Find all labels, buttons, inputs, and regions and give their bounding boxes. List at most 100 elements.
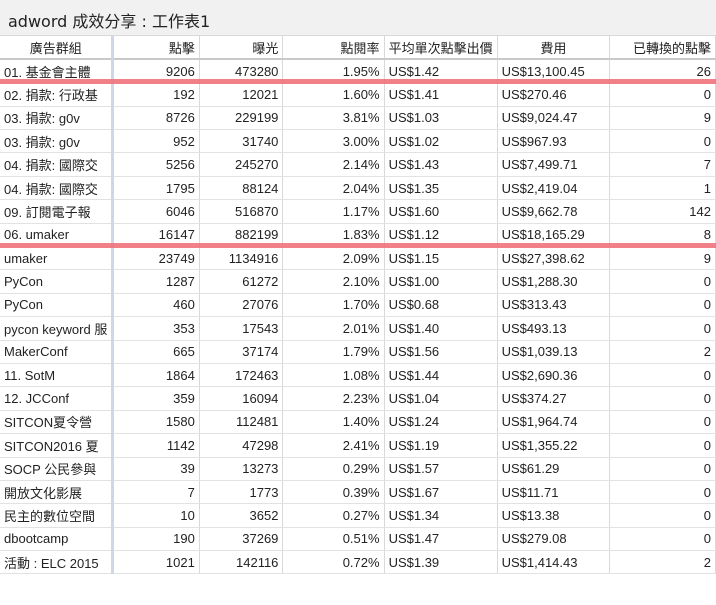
ad-group-cell[interactable]: 09. 訂閱電子報 [0, 199, 115, 224]
table-cell[interactable]: US$1.39 [384, 550, 498, 575]
ad-group-cell[interactable]: SITCON夏令營 [0, 410, 115, 435]
table-cell[interactable]: 7 [112, 480, 200, 505]
table-cell[interactable]: 10 [112, 503, 200, 528]
table-cell[interactable]: 2.14% [282, 152, 385, 177]
table-cell[interactable]: 245270 [199, 152, 284, 177]
table-cell[interactable]: US$0.68 [384, 293, 498, 318]
table-cell[interactable]: 1142 [112, 433, 200, 458]
table-cell[interactable]: 7 [609, 152, 716, 177]
table-cell[interactable]: 3.00% [282, 129, 385, 154]
table-cell[interactable]: 2.10% [282, 269, 385, 294]
table-cell[interactable]: 0 [609, 363, 716, 388]
table-cell[interactable]: US$1,355.22 [497, 433, 611, 458]
table-cell[interactable]: 6046 [112, 199, 200, 224]
table-cell[interactable]: 0 [609, 82, 716, 107]
table-cell[interactable]: 37269 [199, 527, 284, 552]
table-cell[interactable]: 516870 [199, 199, 284, 224]
table-cell[interactable]: US$9,662.78 [497, 199, 611, 224]
table-cell[interactable]: 192 [112, 82, 200, 107]
table-cell[interactable]: 13273 [199, 457, 284, 481]
table-cell[interactable]: US$1.47 [384, 527, 498, 552]
table-cell[interactable]: US$61.29 [497, 457, 611, 481]
table-cell[interactable]: US$11.71 [497, 480, 611, 505]
table-cell[interactable]: US$1.19 [384, 433, 498, 458]
table-cell[interactable]: 12021 [199, 82, 284, 107]
table-cell[interactable]: 0 [609, 480, 716, 505]
table-cell[interactable]: 1795 [112, 176, 200, 201]
table-cell[interactable]: 27076 [199, 293, 284, 318]
table-cell[interactable]: 1134916 [199, 246, 284, 271]
header-cell[interactable]: 平均單次點擊出價 [384, 36, 498, 61]
table-cell[interactable]: 2 [609, 340, 716, 364]
ad-group-cell[interactable]: dbootcamp [0, 527, 115, 552]
header-cell[interactable]: 點擊 [112, 36, 200, 61]
table-cell[interactable]: 0.29% [282, 457, 385, 481]
header-cell[interactable]: 點閱率 [282, 36, 385, 61]
table-cell[interactable]: 1773 [199, 480, 284, 505]
table-cell[interactable]: 665 [112, 340, 200, 364]
table-cell[interactable]: 0.27% [282, 503, 385, 528]
table-cell[interactable]: 0 [609, 316, 716, 341]
table-cell[interactable]: 0 [609, 410, 716, 435]
table-cell[interactable]: US$1.57 [384, 457, 498, 481]
table-cell[interactable]: US$1.34 [384, 503, 498, 528]
table-cell[interactable]: US$1.60 [384, 199, 498, 224]
table-cell[interactable]: 0 [609, 503, 716, 528]
table-cell[interactable]: 88124 [199, 176, 284, 201]
table-cell[interactable]: 1.40% [282, 410, 385, 435]
table-cell[interactable]: US$374.27 [497, 386, 611, 411]
ad-group-cell[interactable]: umaker [0, 246, 115, 271]
table-cell[interactable]: 61272 [199, 269, 284, 294]
table-cell[interactable]: 23749 [112, 246, 200, 271]
table-cell[interactable]: 229199 [199, 106, 284, 131]
ad-group-cell[interactable]: 12. JCConf [0, 386, 115, 411]
table-cell[interactable]: US$7,499.71 [497, 152, 611, 177]
ad-group-cell[interactable]: 04. 捐款: 國際交 [0, 152, 115, 177]
table-cell[interactable]: US$1.41 [384, 82, 498, 107]
table-cell[interactable]: US$1.15 [384, 246, 498, 271]
table-cell[interactable]: US$1,964.74 [497, 410, 611, 435]
ad-group-cell[interactable]: PyCon [0, 269, 115, 294]
table-cell[interactable]: 1.79% [282, 340, 385, 364]
ad-group-cell[interactable]: 11. SotM [0, 363, 115, 388]
table-cell[interactable]: 460 [112, 293, 200, 318]
table-cell[interactable]: US$270.46 [497, 82, 611, 107]
table-cell[interactable]: 2.09% [282, 246, 385, 271]
table-cell[interactable]: US$313.43 [497, 293, 611, 318]
table-cell[interactable]: US$1,039.13 [497, 340, 611, 364]
ad-group-cell[interactable]: PyCon [0, 293, 115, 318]
table-cell[interactable]: 9 [609, 246, 716, 271]
table-cell[interactable]: 31740 [199, 129, 284, 154]
table-cell[interactable]: US$1.03 [384, 106, 498, 131]
table-cell[interactable]: US$2,690.36 [497, 363, 611, 388]
table-cell[interactable]: 2 [609, 550, 716, 575]
table-cell[interactable]: 39 [112, 457, 200, 481]
table-cell[interactable]: 5256 [112, 152, 200, 177]
table-cell[interactable]: US$1.02 [384, 129, 498, 154]
table-cell[interactable]: US$1.04 [384, 386, 498, 411]
header-cell[interactable]: 廣告群組 [0, 36, 115, 61]
ad-group-cell[interactable]: SOCP 公民參與 [0, 457, 115, 481]
table-cell[interactable]: 17543 [199, 316, 284, 341]
ad-group-cell[interactable]: SITCON2016 夏 [0, 433, 115, 458]
table-cell[interactable]: 142 [609, 199, 716, 224]
ad-group-cell[interactable]: pycon keyword 服 [0, 316, 115, 341]
table-cell[interactable]: 8726 [112, 106, 200, 131]
table-cell[interactable]: 952 [112, 129, 200, 154]
table-cell[interactable]: US$13.38 [497, 503, 611, 528]
ad-group-cell[interactable]: MakerConf [0, 340, 115, 364]
table-cell[interactable]: 2.41% [282, 433, 385, 458]
table-cell[interactable]: 0 [609, 269, 716, 294]
table-cell[interactable]: 112481 [199, 410, 284, 435]
header-cell[interactable]: 曝光 [199, 36, 284, 61]
table-cell[interactable]: 0 [609, 386, 716, 411]
table-cell[interactable]: 0 [609, 457, 716, 481]
table-cell[interactable]: US$1.67 [384, 480, 498, 505]
table-cell[interactable]: 1287 [112, 269, 200, 294]
ad-group-cell[interactable]: 02. 捐款: 行政基 [0, 82, 115, 107]
table-cell[interactable]: 2.04% [282, 176, 385, 201]
table-cell[interactable]: US$1.35 [384, 176, 498, 201]
table-cell[interactable]: US$1,414.43 [497, 550, 611, 575]
header-cell[interactable]: 已轉換的點擊 [609, 36, 716, 61]
table-cell[interactable]: 37174 [199, 340, 284, 364]
